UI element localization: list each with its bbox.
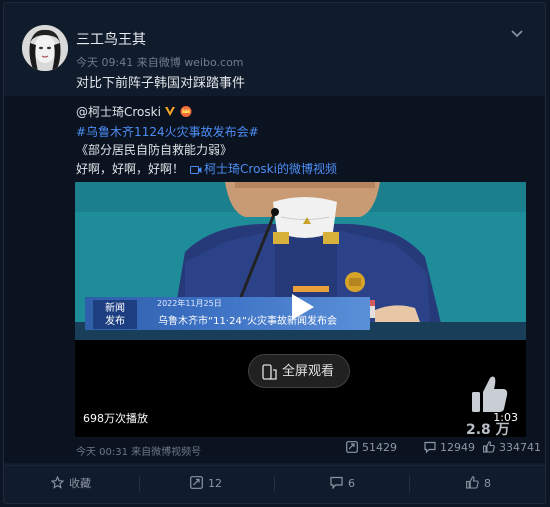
play-count: 698万次播放: [83, 412, 148, 425]
phone-rotate-icon: [262, 364, 277, 380]
play-icon[interactable]: [284, 290, 318, 324]
chevron-down-icon[interactable]: [511, 27, 523, 39]
username[interactable]: 三工鸟王其: [76, 29, 146, 49]
video-link[interactable]: 柯士琦Croski的微博视频: [190, 162, 337, 176]
avatar[interactable]: [22, 25, 68, 71]
video-camera-icon: [190, 166, 202, 174]
repost-line: 好啊，好啊，好啊！ 柯士琦Croski的微博视频: [76, 160, 337, 177]
repost-title: 《部分居民自防自救能力弱》: [76, 143, 233, 157]
repost-stat[interactable]: 51429: [346, 441, 397, 454]
repost-count: 51429: [362, 441, 397, 454]
hashtag-link[interactable]: #乌鲁木齐1124火灾事故发布会#: [76, 123, 259, 140]
banner-tag-line1: 新闻: [105, 303, 125, 314]
comment-count: 12949: [440, 441, 475, 454]
comment-icon: [424, 441, 436, 454]
divider: [274, 476, 275, 492]
favorite-button[interactable]: 收藏: [50, 466, 91, 502]
repost-author: @柯士琦Croski: [76, 103, 193, 120]
comment-button[interactable]: 6: [330, 466, 355, 502]
divider: [139, 476, 140, 492]
like-icon: [483, 441, 495, 453]
repost-time: 今天 00:31 来自微博视频号: [76, 447, 202, 458]
favorite-label: 收藏: [69, 477, 91, 490]
like-count: 334741: [499, 441, 541, 454]
banner-tag-line2: 发布: [105, 316, 125, 327]
repost-button[interactable]: 12: [190, 466, 222, 502]
like-stat[interactable]: 334741: [483, 441, 541, 454]
weibo-post-card: 三工鸟王其 今天 09:41 来自微博 weibo.com 对比下前阵子韩国对踩…: [3, 2, 546, 504]
star-icon: [50, 475, 65, 489]
like-button[interactable]: 8: [466, 466, 491, 502]
banner-date: 2022年11月25日: [157, 299, 222, 308]
repost-icon: [346, 441, 358, 453]
thumbs-up-icon: [466, 476, 479, 489]
comment-action-count: 6: [348, 477, 355, 490]
video-link-label: 柯士琦Croski的微博视频: [204, 162, 337, 176]
verified-v-icon: [164, 105, 176, 120]
video-player[interactable]: 新闻 发布 2022年11月25日 乌鲁木齐市“11·24”火灾事故新闻发布会 …: [75, 182, 526, 437]
fullscreen-label: 全屏观看: [282, 364, 335, 379]
repost-author-name[interactable]: @柯士琦Croski: [76, 105, 161, 119]
video-like-count: 2.8 万: [466, 422, 510, 438]
reposted-content: @柯士琦Croski #乌鲁木齐1124火灾事故发布会# 《部分居民自防自救能力…: [4, 96, 545, 463]
thumbs-up-icon[interactable]: [470, 374, 510, 416]
action-bar: 收藏 12 6 8: [4, 465, 545, 502]
repost-icon: [190, 476, 203, 489]
like-action-count: 8: [484, 477, 491, 490]
repost-line-text: 好啊，好啊，好啊！: [76, 162, 185, 176]
comment-icon: [330, 476, 343, 490]
fullscreen-button[interactable]: 全屏观看: [248, 354, 350, 388]
comment-stat[interactable]: 12949: [424, 441, 475, 454]
post-meta: 今天 09:41 来自微博 weibo.com: [76, 56, 244, 69]
member-crown-icon: [179, 105, 193, 120]
repost-action-count: 12: [208, 477, 222, 490]
post-text: 对比下前阵子韩国对踩踏事件: [76, 76, 246, 91]
divider: [409, 476, 410, 492]
banner-tag: 新闻 发布: [93, 300, 137, 329]
